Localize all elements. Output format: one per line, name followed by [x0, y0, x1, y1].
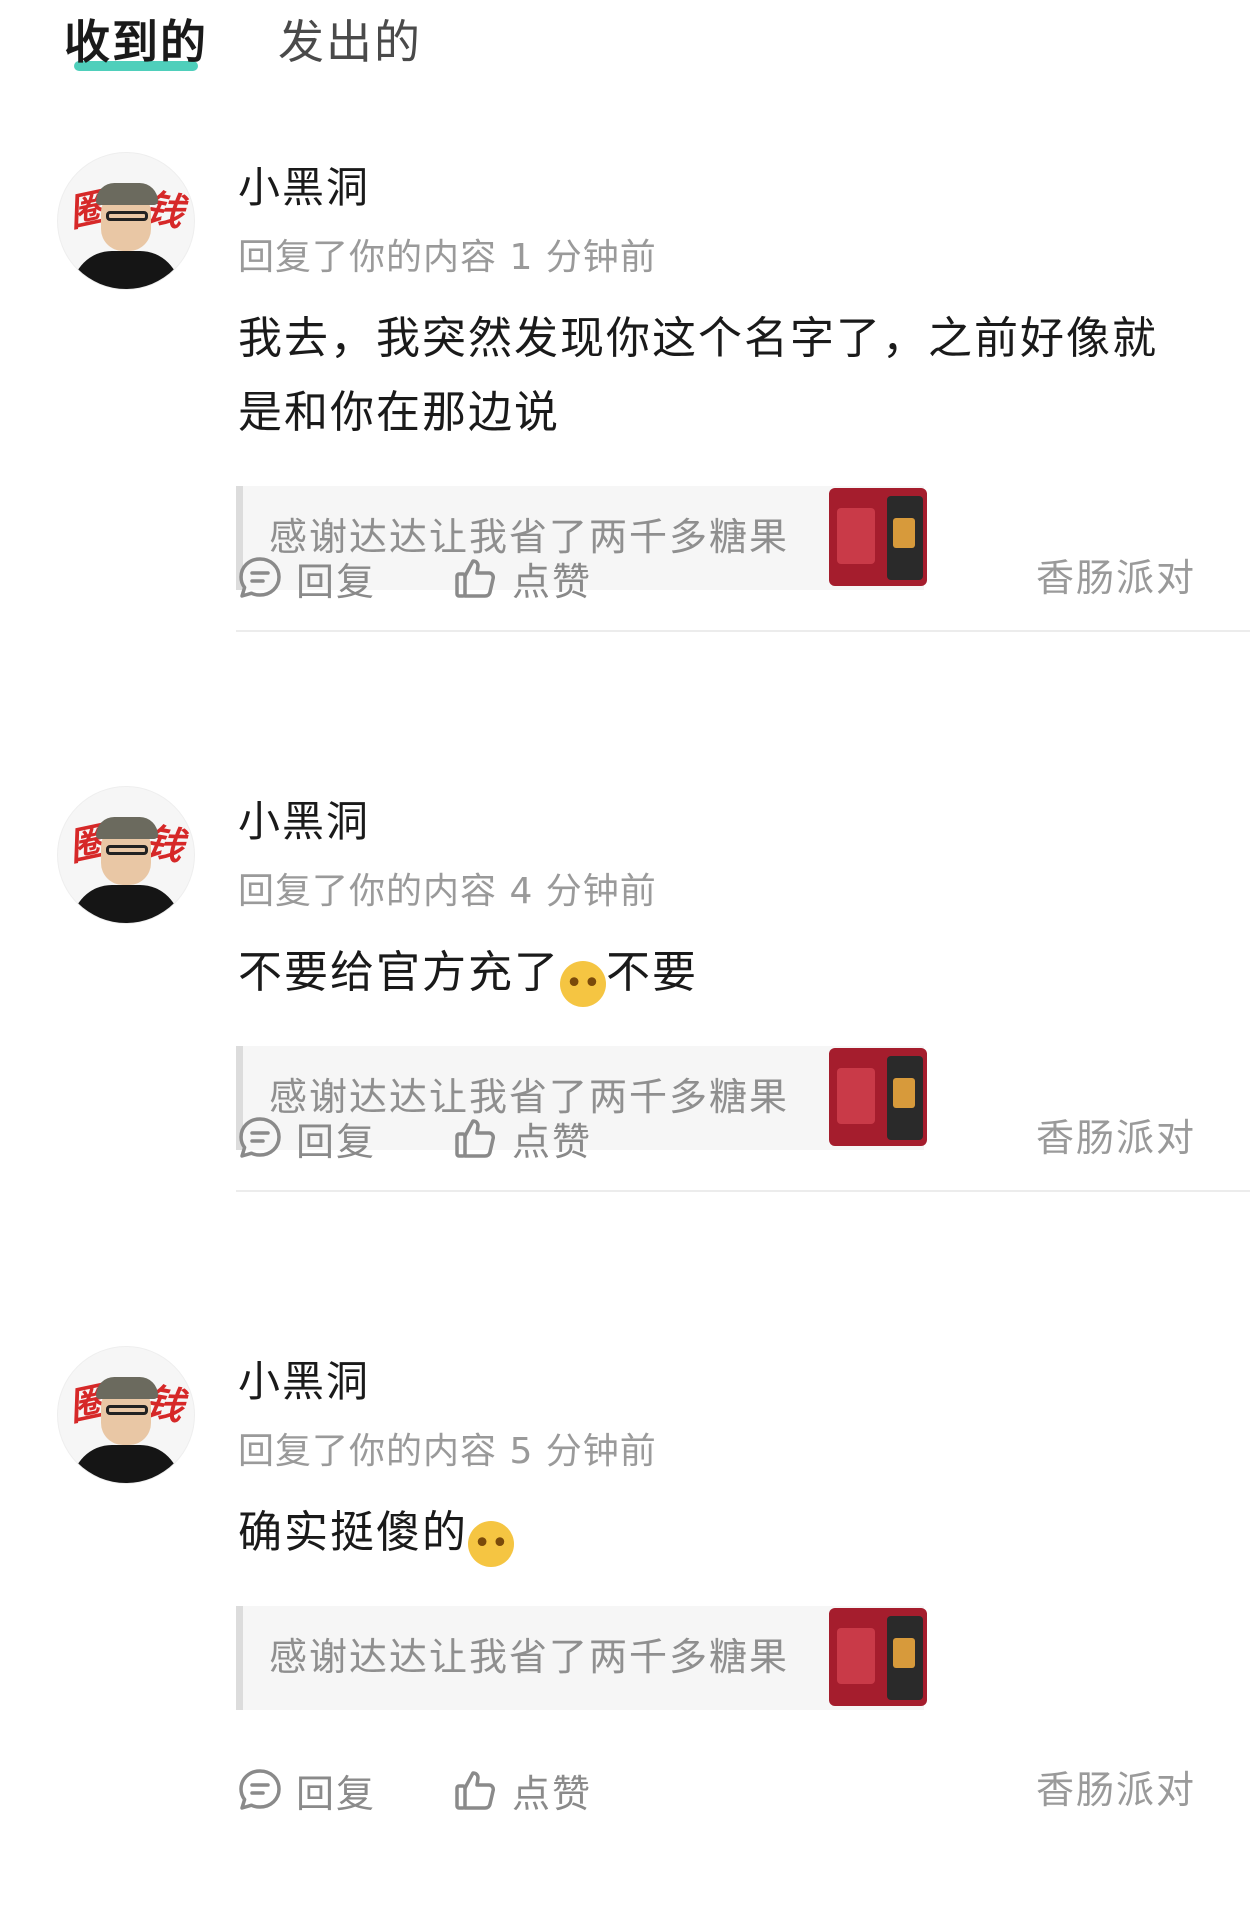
thumbs-up-icon	[455, 1771, 495, 1810]
comment-content[interactable]: 不要给官方充了 •• 不要	[238, 936, 1198, 1010]
avatar-cap	[96, 817, 158, 839]
notification-item: 圈 钱 小黑洞 回复了你的内容 5 分钟前 确实挺傻的 •• 感谢达达让我省了两千…	[0, 1346, 1260, 1906]
tab-sent[interactable]: 发出的	[278, 12, 422, 72]
reply-meta: 回复了你的内容 1 分钟前	[238, 237, 657, 278]
crying-emoji-icon: ••	[560, 961, 606, 1007]
divider	[236, 1190, 1250, 1192]
comment-text-suffix: 不要	[606, 947, 698, 998]
username[interactable]: 小黑洞	[238, 794, 370, 850]
comment-bubble-icon	[239, 1769, 281, 1810]
avatar-cap	[96, 1377, 158, 1399]
reply-label: 回复	[296, 1119, 377, 1164]
avatar-body	[72, 251, 180, 289]
avatar-glasses	[106, 211, 148, 221]
notification-item: 圈 钱 小黑洞 回复了你的内容 4 分钟前 不要给官方充了 •• 不要 感谢达达让我…	[0, 786, 1260, 1346]
like-label: 点赞	[512, 559, 593, 604]
quoted-post-text: 感谢达达让我省了两千多糖果	[269, 1635, 790, 1679]
comment-text: 不要给官方充了	[238, 947, 560, 998]
tab-received[interactable]: 收到的	[64, 12, 208, 72]
like-button[interactable]: 点赞	[452, 1108, 592, 1168]
thumbs-up-icon	[455, 559, 495, 598]
like-button[interactable]: 点赞	[452, 548, 592, 608]
topic-tag[interactable]: 香肠派对	[1036, 1760, 1196, 1820]
avatar-glasses	[106, 845, 148, 855]
comment-bubble-icon	[239, 557, 281, 598]
avatar-glasses	[106, 1405, 148, 1415]
reply-meta: 回复了你的内容 4 分钟前	[238, 871, 657, 912]
quoted-post-thumbnail	[829, 1608, 927, 1706]
like-label: 点赞	[512, 1119, 593, 1164]
quoted-post[interactable]: 感谢达达让我省了两千多糖果	[236, 1606, 927, 1710]
like-button[interactable]: 点赞	[452, 1760, 592, 1820]
avatar-body	[72, 885, 180, 923]
reply-button[interactable]: 回复	[236, 1760, 376, 1820]
action-bar: 回复 点赞 香肠派对	[236, 1760, 1196, 1820]
avatar[interactable]: 圈 钱	[57, 1346, 195, 1484]
reply-button[interactable]: 回复	[236, 1108, 376, 1168]
like-label: 点赞	[512, 1771, 593, 1816]
comment-bubble-icon	[239, 1117, 281, 1158]
topic-tag[interactable]: 香肠派对	[1036, 548, 1196, 608]
comment-text: 确实挺傻的	[238, 1507, 468, 1558]
reply-button[interactable]: 回复	[236, 548, 376, 608]
tab-bar: 收到的 发出的	[0, 0, 1260, 90]
topic-tag[interactable]: 香肠派对	[1036, 1108, 1196, 1168]
notification-item: 圈 钱 小黑洞 回复了你的内容 1 分钟前 我去，我突然发现你这个名字了，之前好…	[0, 152, 1260, 712]
comment-content[interactable]: 我去，我突然发现你这个名字了，之前好像就是和你在那边说	[238, 302, 1198, 450]
divider	[236, 630, 1250, 632]
avatar[interactable]: 圈 钱	[57, 152, 195, 290]
drooling-emoji-icon: ••	[468, 1521, 514, 1567]
comment-content[interactable]: 确实挺傻的 ••	[238, 1496, 1198, 1570]
avatar-cap	[96, 183, 158, 205]
reply-label: 回复	[296, 1771, 377, 1816]
avatar[interactable]: 圈 钱	[57, 786, 195, 924]
username[interactable]: 小黑洞	[238, 160, 370, 216]
comment-text: 我去，我突然发现你这个名字了，之前好像就是和你在那边说	[238, 313, 1158, 438]
avatar-body	[72, 1445, 180, 1483]
action-bar: 回复 点赞 香肠派对	[236, 1108, 1196, 1168]
thumbs-up-icon	[455, 1119, 495, 1158]
reply-meta: 回复了你的内容 5 分钟前	[238, 1431, 657, 1472]
action-bar: 回复 点赞 香肠派对	[236, 548, 1196, 608]
reply-label: 回复	[296, 559, 377, 604]
username[interactable]: 小黑洞	[238, 1354, 370, 1410]
